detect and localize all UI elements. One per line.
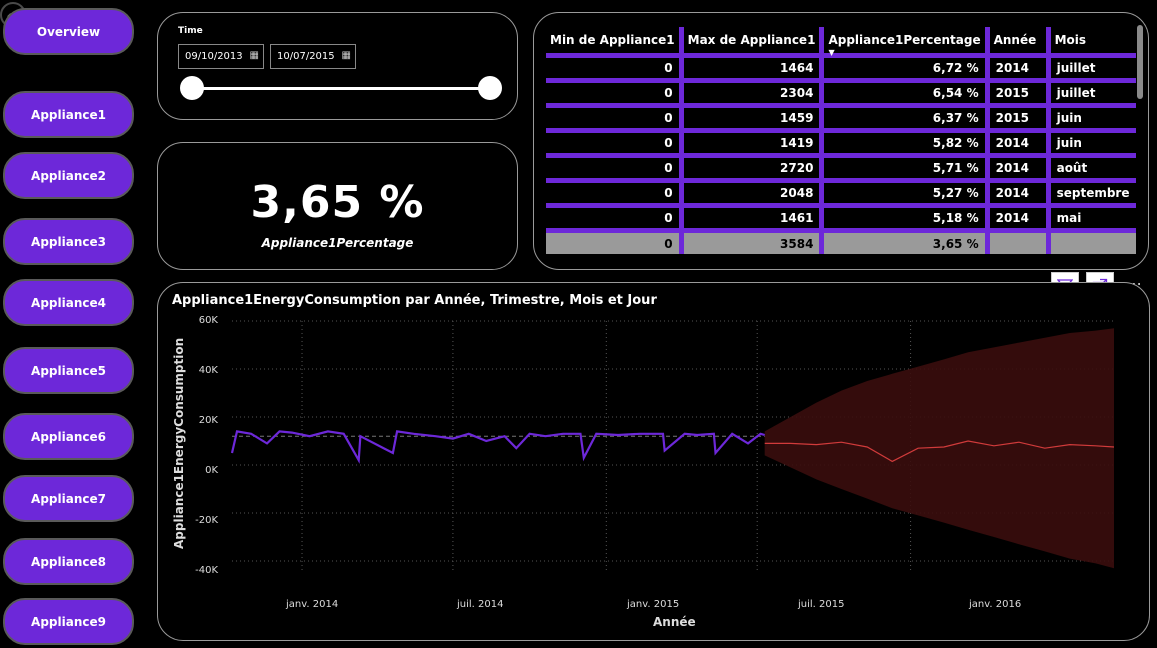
x-tick-label: juil. 2015 bbox=[798, 599, 845, 610]
table-cell: août bbox=[1048, 153, 1136, 181]
table-cell: juin bbox=[1048, 103, 1136, 131]
appliance8-button[interactable]: Appliance8 bbox=[3, 538, 134, 585]
table-cell: 0 bbox=[546, 228, 684, 254]
x-tick-label: janv. 2014 bbox=[286, 599, 339, 610]
column-header[interactable]: Année bbox=[987, 27, 1051, 56]
table-cell: 5,71 % bbox=[821, 153, 990, 181]
table-header-row: Min de Appliance1 Max de Appliance1 Appl… bbox=[546, 27, 1136, 57]
appliance9-button[interactable]: Appliance9 bbox=[3, 598, 134, 645]
table-cell: 3,65 % bbox=[821, 228, 990, 254]
column-header[interactable]: Max de Appliance1 bbox=[681, 27, 825, 56]
kpi-label: Appliance1Percentage bbox=[261, 236, 414, 250]
x-tick-label: janv. 2016 bbox=[969, 599, 1022, 610]
x-axis-label: Année bbox=[653, 615, 696, 629]
table-row[interactable]: 0 2048 5,27 % 2014 septembre bbox=[546, 178, 1136, 206]
overview-button[interactable]: Overview bbox=[3, 8, 134, 55]
line-chart[interactable] bbox=[158, 283, 1151, 642]
table-cell: 2014 bbox=[987, 178, 1051, 206]
table-cell bbox=[1048, 228, 1136, 254]
table-cell: 2015 bbox=[987, 78, 1051, 106]
end-date-value: 10/07/2015 bbox=[277, 51, 335, 62]
table-cell: juin bbox=[1048, 128, 1136, 156]
end-date-input[interactable]: 10/07/2015 ▦ bbox=[270, 44, 356, 69]
table-cell: 2048 bbox=[681, 178, 825, 206]
chart-card: Appliance1EnergyConsumption par Année, T… bbox=[157, 282, 1150, 641]
slicer-title: Time bbox=[178, 26, 203, 36]
start-date-value: 09/10/2013 bbox=[185, 51, 243, 62]
forecast-confidence-band bbox=[764, 328, 1114, 569]
table-cell: 6,37 % bbox=[821, 103, 990, 131]
table-cell: 2304 bbox=[681, 78, 825, 106]
table-cell: 6,72 % bbox=[821, 53, 990, 81]
data-table-card: Min de Appliance1 Max de Appliance1 Appl… bbox=[533, 12, 1149, 270]
table-cell: 5,82 % bbox=[821, 128, 990, 156]
column-header[interactable]: Min de Appliance1 bbox=[546, 27, 684, 56]
table-cell: 6,54 % bbox=[821, 78, 990, 106]
appliance2-button[interactable]: Appliance2 bbox=[3, 152, 134, 199]
table-row[interactable]: 0 2304 6,54 % 2015 juillet bbox=[546, 78, 1136, 106]
date-range-track[interactable] bbox=[192, 87, 490, 90]
table-cell: juillet bbox=[1048, 78, 1136, 106]
calendar-icon[interactable]: ▦ bbox=[250, 51, 259, 61]
table-cell: septembre bbox=[1048, 178, 1136, 206]
table-cell: 2720 bbox=[681, 153, 825, 181]
table-cell: 0 bbox=[546, 128, 684, 156]
start-slider-handle[interactable] bbox=[180, 76, 204, 100]
table-cell: 1461 bbox=[681, 203, 825, 231]
appliance3-button[interactable]: Appliance3 bbox=[3, 218, 134, 265]
appliance5-button[interactable]: Appliance5 bbox=[3, 347, 134, 394]
table-cell: 1464 bbox=[681, 53, 825, 81]
table-cell: 0 bbox=[546, 53, 684, 81]
column-header[interactable]: Appliance1Percentage ▼ bbox=[821, 27, 990, 57]
table-cell: 0 bbox=[546, 103, 684, 131]
kpi-value: 3,65 % bbox=[250, 177, 425, 228]
table-row[interactable]: 0 1419 5,82 % 2014 juin bbox=[546, 128, 1136, 156]
time-slicer: Time 09/10/2013 ▦ 10/07/2015 ▦ bbox=[157, 12, 518, 120]
table-cell: 3584 bbox=[681, 228, 825, 254]
calendar-icon[interactable]: ▦ bbox=[342, 51, 351, 61]
table-cell: 0 bbox=[546, 153, 684, 181]
table-cell: mai bbox=[1048, 203, 1136, 231]
table-cell: 0 bbox=[546, 178, 684, 206]
table-cell: 2014 bbox=[987, 203, 1051, 231]
kpi-card: 3,65 % Appliance1Percentage bbox=[157, 142, 518, 270]
table-cell: 5,27 % bbox=[821, 178, 990, 206]
table-row[interactable]: 0 1459 6,37 % 2015 juin bbox=[546, 103, 1136, 131]
table-cell: 2014 bbox=[987, 153, 1051, 181]
appliance4-button[interactable]: Appliance4 bbox=[3, 279, 134, 326]
column-header-label: Appliance1Percentage bbox=[828, 33, 981, 47]
table-cell: 0 bbox=[546, 78, 684, 106]
table-total-row: 0 3584 3,65 % bbox=[546, 228, 1136, 254]
start-date-input[interactable]: 09/10/2013 ▦ bbox=[178, 44, 264, 69]
table-cell: 2014 bbox=[987, 53, 1051, 81]
table-cell: 2014 bbox=[987, 128, 1051, 156]
appliance6-button[interactable]: Appliance6 bbox=[3, 413, 134, 460]
table-cell: 0 bbox=[546, 203, 684, 231]
appliance1-button[interactable]: Appliance1 bbox=[3, 91, 134, 138]
table-cell: 2015 bbox=[987, 103, 1051, 131]
table-cell bbox=[987, 228, 1051, 254]
table-cell: 5,18 % bbox=[821, 203, 990, 231]
x-tick-label: janv. 2015 bbox=[627, 599, 680, 610]
x-tick-label: juil. 2014 bbox=[457, 599, 504, 610]
table-cell: juillet bbox=[1048, 53, 1136, 81]
table-scrollbar[interactable] bbox=[1137, 25, 1143, 99]
column-header[interactable]: Mois bbox=[1048, 27, 1135, 56]
table-row[interactable]: 0 1464 6,72 % 2014 juillet bbox=[546, 53, 1136, 81]
table-row[interactable]: 0 1461 5,18 % 2014 mai bbox=[546, 203, 1136, 231]
table-cell: 1459 bbox=[681, 103, 825, 131]
table-cell: 1419 bbox=[681, 128, 825, 156]
table-row[interactable]: 0 2720 5,71 % 2014 août bbox=[546, 153, 1136, 181]
appliance7-button[interactable]: Appliance7 bbox=[3, 475, 134, 522]
sort-desc-icon: ▼ bbox=[828, 48, 835, 57]
data-table: Min de Appliance1 Max de Appliance1 Appl… bbox=[546, 27, 1136, 254]
end-slider-handle[interactable] bbox=[478, 76, 502, 100]
